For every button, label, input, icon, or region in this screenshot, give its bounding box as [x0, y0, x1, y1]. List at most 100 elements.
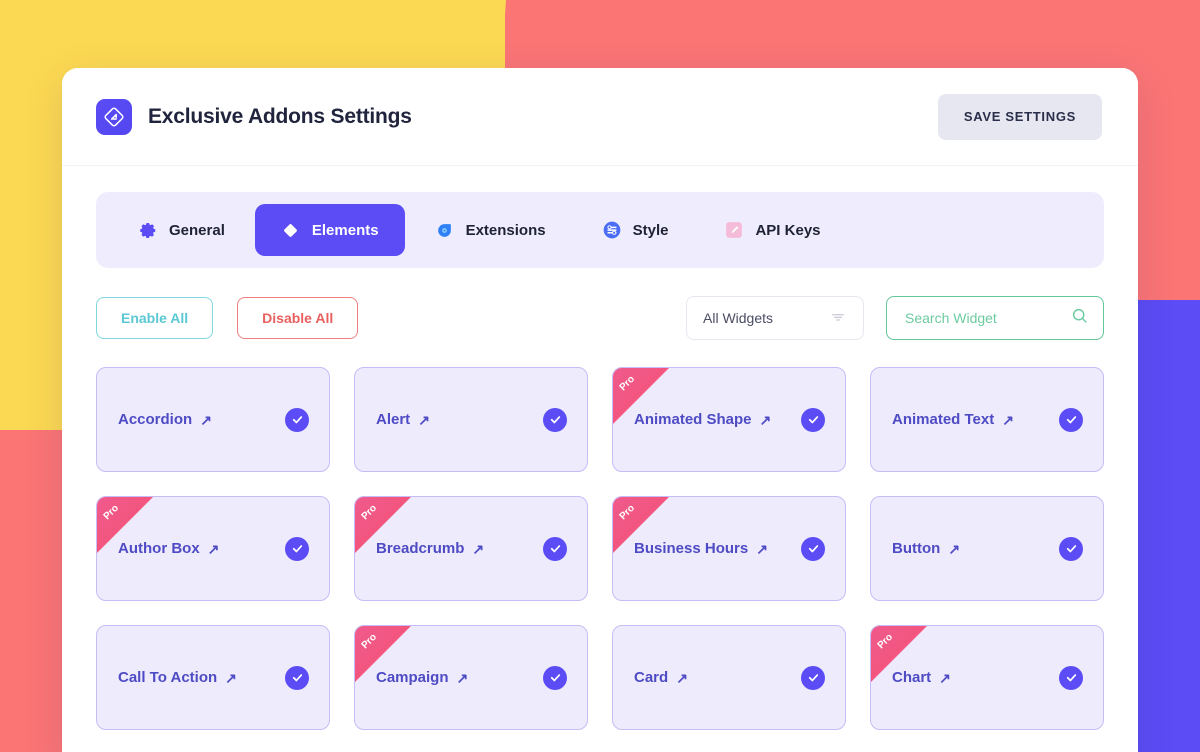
widget-name-label: Chart [892, 669, 932, 686]
widget-name: Card ↗ [634, 669, 688, 686]
brand: Exclusive Addons Settings [96, 98, 412, 135]
widget-name: Button ↗ [892, 540, 960, 557]
tab-label: General [169, 221, 225, 239]
widget-card[interactable]: Animated Text ↗ [870, 367, 1104, 472]
external-link-icon[interactable]: ↗ [225, 671, 237, 685]
widget-grid: Accordion ↗ Alert ↗ Pro Animated Shape ↗ Animat… [62, 340, 1138, 752]
external-link-icon[interactable]: ↗ [200, 413, 212, 427]
widget-filter-select[interactable]: All Widgets [686, 296, 864, 340]
widget-name: Animated Shape ↗ [634, 411, 771, 428]
widget-card[interactable]: Accordion ↗ [96, 367, 330, 472]
widget-name-label: Accordion [118, 411, 193, 428]
widget-enabled-toggle[interactable] [543, 536, 567, 561]
widget-enabled-toggle[interactable] [1059, 665, 1083, 690]
external-link-icon[interactable]: ↗ [948, 542, 960, 556]
pro-badge-label: Pro [359, 631, 380, 652]
tab-general[interactable]: General [112, 204, 251, 256]
plug-icon [435, 220, 455, 240]
widget-name-label: Animated Shape [634, 411, 752, 428]
widget-enabled-toggle[interactable] [801, 665, 825, 690]
widget-card[interactable]: Pro Campaign ↗ [354, 625, 588, 730]
widget-name: Business Hours ↗ [634, 540, 768, 557]
pro-badge-label: Pro [875, 631, 896, 652]
external-link-icon[interactable]: ↗ [208, 542, 220, 556]
search-icon [1070, 306, 1089, 330]
tab-elements[interactable]: Elements [254, 204, 405, 256]
tab-label: Style [632, 221, 669, 239]
widget-enabled-toggle[interactable] [801, 407, 825, 432]
widget-name: Author Box ↗ [118, 540, 219, 557]
enable-all-button[interactable]: Enable All [96, 297, 214, 339]
widget-card[interactable]: Pro Breadcrumb ↗ [354, 496, 588, 601]
search-input[interactable] [905, 310, 1065, 326]
diamond-icon [281, 220, 301, 240]
widget-name: Breadcrumb ↗ [376, 540, 484, 557]
tab-api-keys[interactable]: API Keys [698, 204, 846, 256]
save-settings-button[interactable]: SAVE SETTINGS [937, 93, 1102, 140]
widget-name: Animated Text ↗ [892, 411, 1014, 428]
widget-card[interactable]: Alert ↗ [354, 367, 588, 472]
bulk-actions: Enable All Disable All [96, 297, 359, 339]
widget-card[interactable]: Pro Animated Shape ↗ [612, 367, 846, 472]
widget-name: Campaign ↗ [376, 669, 468, 686]
pro-badge-label: Pro [101, 502, 122, 523]
widget-name-label: Campaign [376, 669, 449, 686]
widget-enabled-toggle[interactable] [801, 536, 825, 561]
widget-name-label: Card [634, 669, 669, 686]
widget-name-label: Business Hours [634, 540, 749, 557]
sliders-icon [602, 220, 622, 240]
widget-card[interactable]: Call To Action ↗ [96, 625, 330, 730]
widget-filter-value: All Widgets [703, 310, 774, 326]
external-link-icon[interactable]: ↗ [939, 671, 951, 685]
widget-enabled-toggle[interactable] [285, 407, 309, 432]
widget-name-label: Animated Text [892, 411, 995, 428]
external-link-icon[interactable]: ↗ [472, 542, 484, 556]
widget-enabled-toggle[interactable] [1059, 407, 1083, 432]
key-icon [724, 220, 744, 240]
external-link-icon[interactable]: ↗ [1002, 413, 1014, 427]
widget-name: Call To Action ↗ [118, 669, 237, 686]
tab-label: Extensions [465, 221, 546, 239]
tab-bar: General Elements Extensions Style API Ke… [96, 192, 1104, 268]
widget-card[interactable]: Button ↗ [870, 496, 1104, 601]
widget-card[interactable]: Pro Author Box ↗ [96, 496, 330, 601]
external-link-icon[interactable]: ↗ [756, 542, 768, 556]
pro-badge-label: Pro [617, 373, 638, 394]
external-link-icon[interactable]: ↗ [457, 671, 469, 685]
tab-style[interactable]: Style [576, 204, 695, 256]
widget-name: Chart ↗ [892, 669, 951, 686]
widget-name-label: Author Box [118, 540, 200, 557]
external-link-icon[interactable]: ↗ [676, 671, 688, 685]
widget-name: Accordion ↗ [118, 411, 212, 428]
widget-enabled-toggle[interactable] [1059, 536, 1083, 561]
search-widget-box[interactable] [886, 296, 1104, 340]
page-title: Exclusive Addons Settings [148, 104, 412, 128]
disable-all-button[interactable]: Disable All [237, 297, 359, 339]
widget-card[interactable]: Pro Chart ↗ [870, 625, 1104, 730]
exclusive-addons-diamond-logo-icon [96, 98, 132, 135]
widget-name-label: Button [892, 540, 941, 557]
widget-card[interactable]: Card ↗ [612, 625, 846, 730]
pro-badge-label: Pro [359, 502, 380, 523]
external-link-icon[interactable]: ↗ [760, 413, 772, 427]
filter-and-search: All Widgets [686, 296, 1104, 340]
settings-panel: Exclusive Addons Settings SAVE SETTINGS … [62, 68, 1138, 752]
gear-icon [138, 220, 158, 240]
widget-name-label: Breadcrumb [376, 540, 465, 557]
widget-enabled-toggle[interactable] [543, 407, 567, 432]
widget-name-label: Call To Action [118, 669, 218, 686]
tab-extensions[interactable]: Extensions [409, 204, 572, 256]
filter-icon [829, 308, 847, 329]
panel-header: Exclusive Addons Settings SAVE SETTINGS [62, 68, 1138, 166]
widget-card[interactable]: Pro Business Hours ↗ [612, 496, 846, 601]
widget-name-label: Alert [376, 411, 411, 428]
pro-badge-label: Pro [617, 502, 638, 523]
widget-enabled-toggle[interactable] [543, 665, 567, 690]
widget-name: Alert ↗ [376, 411, 430, 428]
controls-row: Enable All Disable All All Widgets [62, 268, 1138, 340]
tab-label: API Keys [755, 221, 821, 239]
widget-enabled-toggle[interactable] [285, 665, 309, 690]
external-link-icon[interactable]: ↗ [418, 413, 430, 427]
widget-enabled-toggle[interactable] [285, 536, 309, 561]
tab-label: Elements [311, 221, 379, 239]
